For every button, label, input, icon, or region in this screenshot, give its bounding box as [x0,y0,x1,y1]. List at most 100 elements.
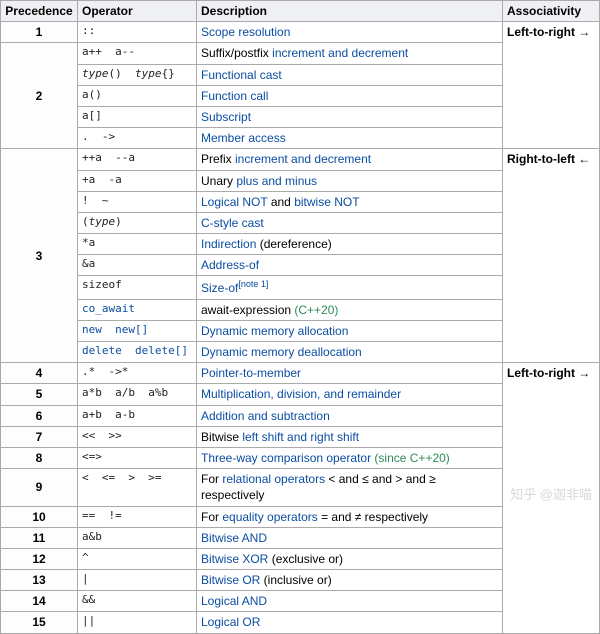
table-row: 1 :: Scope resolution Left-to-right → [1,22,600,43]
text: (exclusive or) [268,552,343,566]
precedence-cell: 10 [1,506,78,527]
scope-resolution-link[interactable]: Scope resolution [201,25,290,39]
description-cell: Bitwise XOR (exclusive or) [197,548,503,569]
table-row: 4 .* ->* Pointer-to-member Left-to-right… [1,363,600,384]
precedence-cell: 2 [1,43,78,149]
ptr-to-member-link[interactable]: Pointer-to-member [201,366,301,380]
operator-cell: a+b a-b [78,405,197,426]
left-to-right-label: Left-to-right → [507,366,590,380]
precedence-cell: 13 [1,570,78,591]
precedence-table: Precedence Operator Description Associat… [0,0,600,634]
inc-dec-link[interactable]: increment and decrement [272,46,408,60]
operator-cell: && [78,591,197,612]
operator-cell: *a [78,234,197,255]
description-cell: await-expression (C++20) [197,299,503,320]
c-style-cast-link[interactable]: C-style cast [201,216,264,230]
text: Bitwise [201,430,242,444]
col-associativity: Associativity [503,1,600,22]
col-description: Description [197,1,503,22]
bitwise-not-link[interactable]: bitwise NOT [294,195,359,209]
associativity-cell: Right-to-left ← [503,149,600,363]
sizeof-link[interactable]: Size-of [201,281,238,295]
operator-cell: ^ [78,548,197,569]
precedence-cell: 7 [1,426,78,447]
description-cell: For relational operators < and ≤ and > a… [197,469,503,506]
operator-cell: a[] [78,106,197,127]
precedence-cell: 1 [1,22,78,43]
since-cpp20-label: (since C++20) [374,451,449,465]
delete-link[interactable]: Dynamic memory deallocation [201,345,362,359]
right-to-left-label: Right-to-left ← [507,152,590,166]
description-cell: C-style cast [197,212,503,233]
text: and [267,195,294,209]
operator-cell: :: [78,22,197,43]
note-1-ref[interactable]: [note 1] [238,279,268,289]
description-cell: Size-of[note 1] [197,276,503,299]
member-access-link[interactable]: Member access [201,131,286,145]
subscript-link[interactable]: Subscript [201,110,251,124]
co-await-keyword: co_await [82,302,135,315]
shift-link[interactable]: left shift and right shift [242,430,359,444]
description-cell: Indirection (dereference) [197,234,503,255]
plus-minus-link[interactable]: plus and minus [236,174,317,188]
operator-cell: << >> [78,426,197,447]
operator-cell: < <= > >= [78,469,197,506]
operator-cell: type() type{} [78,64,197,85]
operator-cell: new new[] [78,320,197,341]
bitand-link[interactable]: Bitwise AND [201,531,267,545]
text: = and ≠ respectively [318,510,428,524]
description-cell: Function call [197,85,503,106]
text: Suffix/postfix [201,46,272,60]
since-cpp20-label: (C++20) [294,303,338,317]
text: For [201,510,222,524]
logical-or-link[interactable]: Logical OR [201,615,260,629]
operator-cell: a() [78,85,197,106]
text: await-expression [201,303,294,317]
left-to-right-label: Left-to-right → [507,25,590,39]
description-cell: Scope resolution [197,22,503,43]
operator-cell: <=> [78,447,197,468]
functional-cast-link[interactable]: Functional cast [201,68,282,82]
logical-and-link[interactable]: Logical AND [201,594,267,608]
operator-cell: .* ->* [78,363,197,384]
equality-link[interactable]: equality operators [222,510,317,524]
description-cell: Logical OR [197,612,503,633]
description-cell: Pointer-to-member [197,363,503,384]
operator-cell: . -> [78,128,197,149]
operator-cell: | [78,570,197,591]
mul-div-rem-link[interactable]: Multiplication, division, and remainder [201,387,401,401]
precedence-cell: 3 [1,149,78,363]
bitor-link[interactable]: Bitwise OR [201,573,260,587]
precedence-cell: 15 [1,612,78,633]
precedence-cell: 9 [1,469,78,506]
add-sub-link[interactable]: Addition and subtraction [201,409,330,423]
description-cell: Bitwise AND [197,527,503,548]
inc-dec-link[interactable]: increment and decrement [235,152,371,166]
indirection-link[interactable]: Indirection [201,237,256,251]
new-link[interactable]: Dynamic memory allocation [201,324,348,338]
logical-not-link[interactable]: Logical NOT [201,195,267,209]
precedence-cell: 12 [1,548,78,569]
operator-cell: ! ~ [78,191,197,212]
description-cell: Dynamic memory allocation [197,320,503,341]
precedence-cell: 5 [1,384,78,405]
operator-cell: delete delete[] [78,342,197,363]
address-of-link[interactable]: Address-of [201,258,259,272]
description-cell: Bitwise OR (inclusive or) [197,570,503,591]
delete-keyword: delete delete[] [82,344,188,357]
associativity-cell: Left-to-right → [503,22,600,149]
description-cell: Bitwise left shift and right shift [197,426,503,447]
relational-link[interactable]: relational operators [222,472,325,486]
bitxor-link[interactable]: Bitwise XOR [201,552,268,566]
text: Prefix [201,152,235,166]
description-cell: Multiplication, division, and remainder [197,384,503,405]
operator-cell: a*b a/b a%b [78,384,197,405]
text: For [201,472,222,486]
function-call-link[interactable]: Function call [201,89,268,103]
description-cell: Functional cast [197,64,503,85]
spaceship-link[interactable]: Three-way comparison operator [201,451,371,465]
new-keyword: new new[] [82,323,148,336]
operator-cell: ++a --a [78,149,197,170]
operator-cell: (type) [78,212,197,233]
description-cell: Addition and subtraction [197,405,503,426]
